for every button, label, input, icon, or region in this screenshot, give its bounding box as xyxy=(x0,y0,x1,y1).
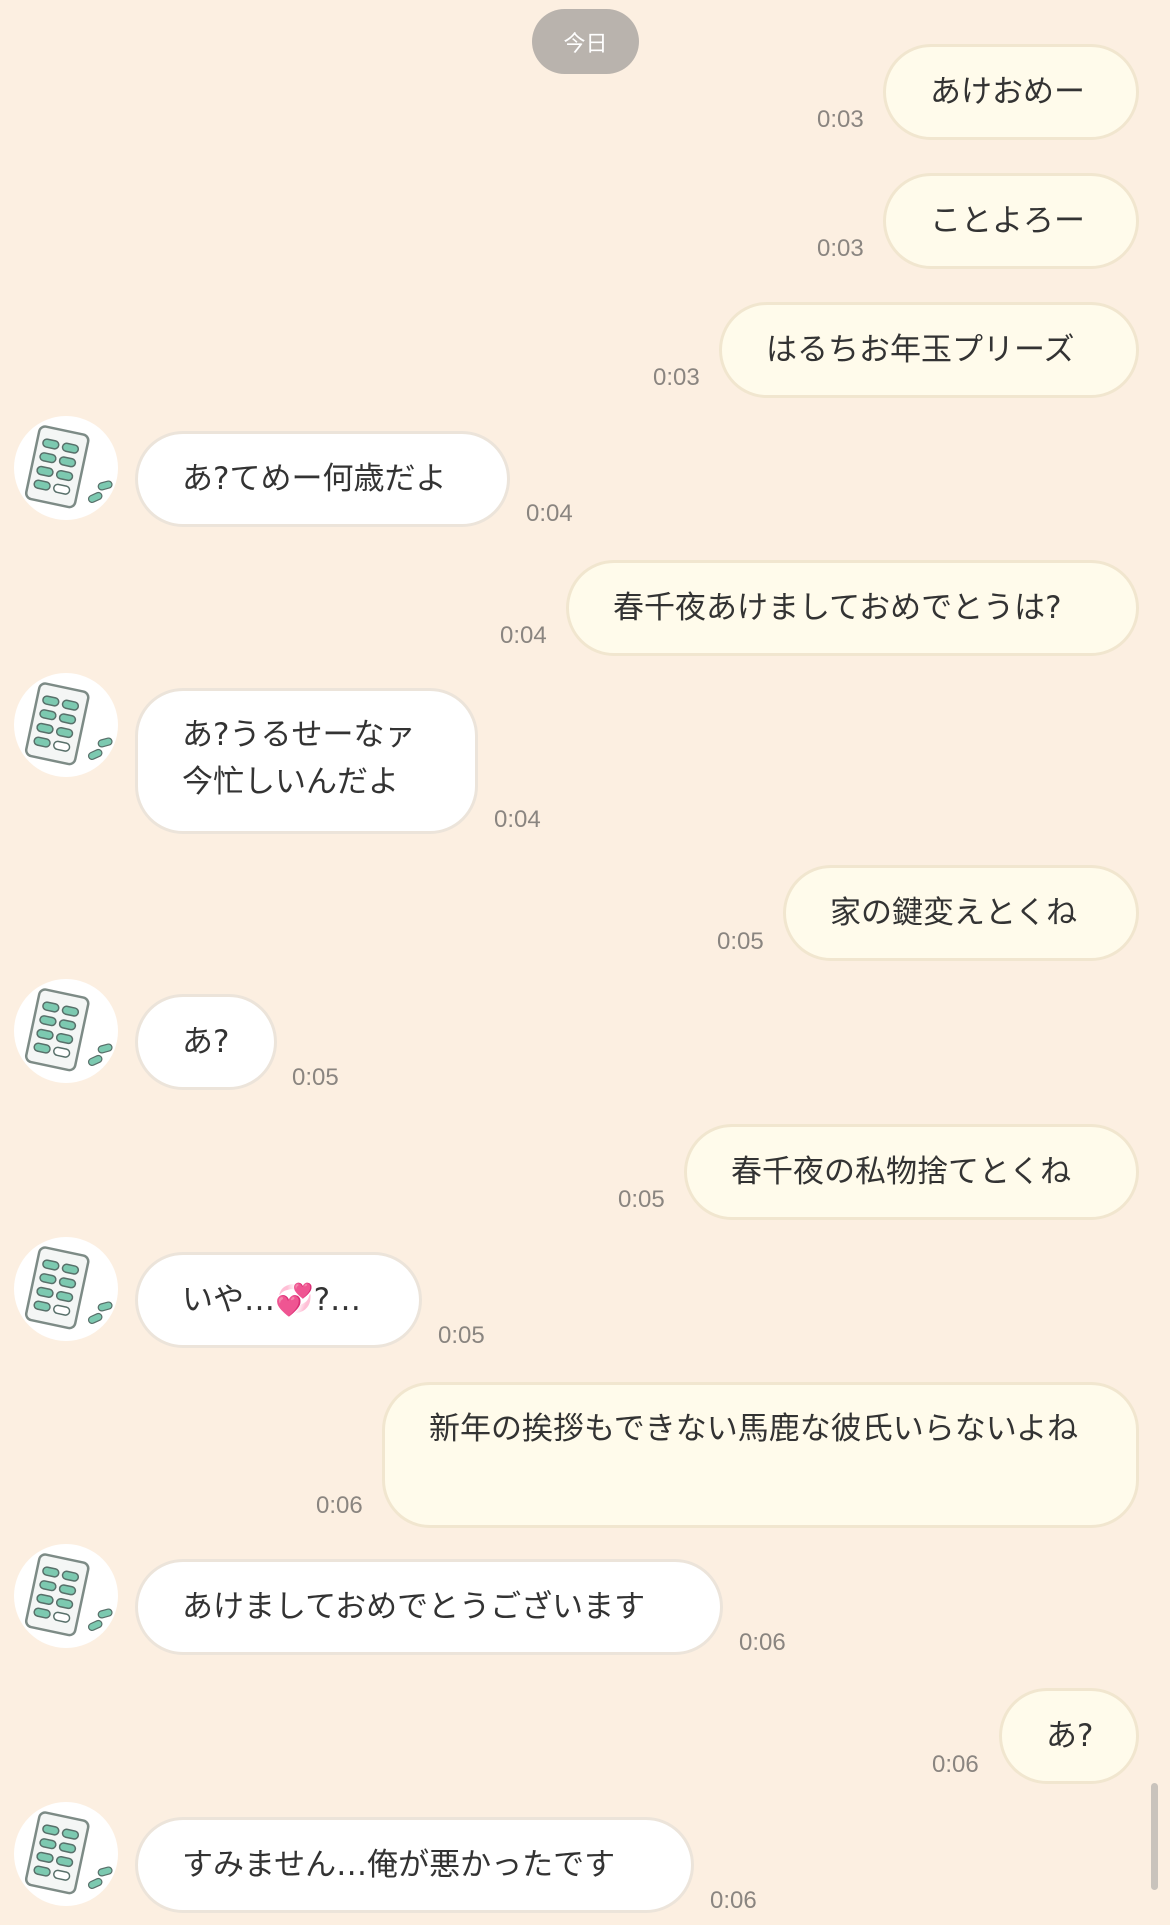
message-bubble-received[interactable]: あ?てめー何歳だよ xyxy=(135,431,510,527)
message-text: あ? xyxy=(1046,1717,1094,1754)
message-bubble-sent[interactable]: 春千夜あけましておめでとうは? xyxy=(566,560,1139,656)
message-bubble-received[interactable]: あ?うるせーなァ 今忙しいんだよ xyxy=(135,688,478,834)
message-bubble-received[interactable]: あ? xyxy=(135,994,277,1090)
message-timestamp: 0:06 xyxy=(710,1887,757,1914)
message-text: 新年の挨拶もできない馬鹿な彼氏いらないよね xyxy=(429,1411,1079,1447)
message-bubble-received[interactable]: すみません…俺が悪かったです xyxy=(135,1817,694,1913)
message-bubble-sent[interactable]: あ? xyxy=(999,1688,1139,1784)
message-text: いや…💞?… xyxy=(182,1281,362,1318)
pill-blister-pack-icon xyxy=(14,979,118,1083)
scrollbar[interactable] xyxy=(1151,1783,1158,1890)
message-timestamp: 0:05 xyxy=(438,1322,485,1349)
message-timestamp: 0:03 xyxy=(817,235,864,262)
message-bubble-sent[interactable]: ことよろー xyxy=(883,173,1139,269)
pill-blister-pack-icon xyxy=(14,1237,118,1341)
avatar[interactable] xyxy=(14,979,118,1083)
avatar[interactable] xyxy=(14,416,118,520)
pill-blister-pack-icon xyxy=(14,673,118,777)
message-bubble-sent[interactable]: 家の鍵変えとくね xyxy=(783,865,1139,961)
message-bubble-sent[interactable]: 新年の挨拶もできない馬鹿な彼氏いらないよね xyxy=(382,1382,1139,1528)
message-bubble-sent[interactable]: はるちお年玉プリーズ xyxy=(719,302,1139,398)
message-text: あ?てめー何歳だよ xyxy=(182,460,447,497)
message-timestamp: 0:06 xyxy=(739,1629,786,1656)
pill-blister-pack-icon xyxy=(14,1544,118,1648)
message-timestamp: 0:03 xyxy=(817,106,864,133)
message-text: はるちお年玉プリーズ xyxy=(766,331,1075,368)
message-timestamp: 0:05 xyxy=(618,1186,665,1213)
message-text: あ? xyxy=(182,1023,230,1060)
message-text: 春千夜あけましておめでとうは? xyxy=(613,589,1062,626)
message-bubble-received[interactable]: いや…💞?… xyxy=(135,1252,422,1348)
message-text: 春千夜の私物捨てとくね xyxy=(731,1153,1072,1190)
message-text: あけおめー xyxy=(930,73,1085,110)
message-text: ことよろー xyxy=(930,202,1085,239)
message-timestamp: 0:04 xyxy=(494,806,541,833)
message-timestamp: 0:04 xyxy=(526,500,573,527)
date-separator: 今日 xyxy=(532,9,639,74)
avatar[interactable] xyxy=(14,1237,118,1341)
message-timestamp: 0:06 xyxy=(932,1751,979,1778)
message-bubble-received[interactable]: あけましておめでとうございます xyxy=(135,1559,723,1655)
message-bubble-sent[interactable]: 春千夜の私物捨てとくね xyxy=(684,1124,1139,1220)
message-bubble-sent[interactable]: あけおめー xyxy=(883,44,1139,140)
avatar[interactable] xyxy=(14,1544,118,1648)
message-timestamp: 0:04 xyxy=(500,622,547,649)
message-text: 家の鍵変えとくね xyxy=(830,894,1078,931)
message-timestamp: 0:05 xyxy=(292,1064,339,1091)
message-timestamp: 0:05 xyxy=(717,928,764,955)
avatar[interactable] xyxy=(14,673,118,777)
pill-blister-pack-icon xyxy=(14,1802,118,1906)
message-text: すみません…俺が悪かったです xyxy=(182,1846,616,1883)
message-text: あけましておめでとうございます xyxy=(182,1588,646,1625)
avatar[interactable] xyxy=(14,1802,118,1906)
pill-blister-pack-icon xyxy=(14,416,118,520)
message-timestamp: 0:06 xyxy=(316,1492,363,1519)
message-timestamp: 0:03 xyxy=(653,364,700,391)
message-text: あ?うるせーなァ 今忙しいんだよ xyxy=(182,717,416,800)
